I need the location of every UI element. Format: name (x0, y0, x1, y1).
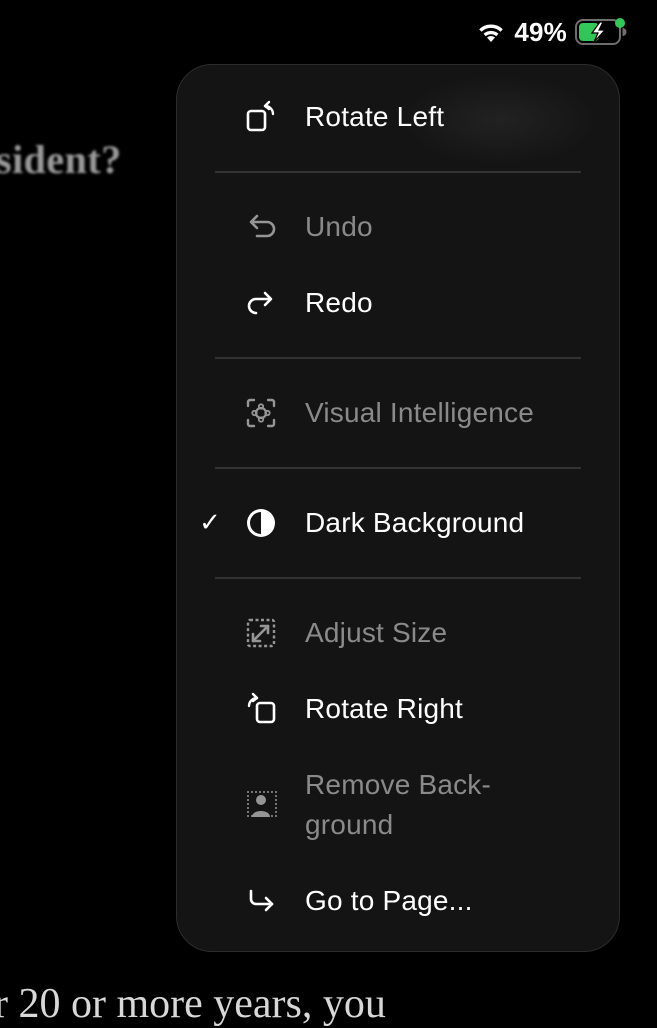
rotate-right-icon (243, 691, 279, 727)
menu-separator (215, 467, 581, 469)
menu-item-adjust-size[interactable]: Adjust Size (177, 613, 619, 653)
dark-background-label: Dark Background (305, 507, 525, 538)
go-to-page-label: Go to Page... (305, 885, 473, 916)
wifi-icon (476, 21, 506, 43)
document-text-bottom: r 20 or more years, you (0, 981, 386, 1027)
context-menu: Rotate Left Undo Redo Visual Intelligenc… (176, 64, 620, 952)
menu-item-redo[interactable]: Redo (177, 283, 619, 323)
menu-separator (215, 357, 581, 359)
redo-icon (243, 285, 279, 321)
privacy-indicator-dot (615, 18, 625, 28)
remove-background-label-line2: ground (305, 809, 394, 840)
remove-background-icon (243, 787, 279, 823)
menu-item-dark-background[interactable]: ✓ Dark Background (177, 503, 619, 543)
undo-icon (243, 209, 279, 245)
adjust-size-icon (243, 615, 279, 651)
rotate-right-label: Rotate Right (305, 693, 464, 724)
rotate-left-icon (243, 99, 279, 135)
menu-item-go-to-page[interactable]: Go to Page... (177, 881, 619, 921)
menu-separator (215, 171, 581, 173)
menu-item-remove-background[interactable]: Remove Back- ground (177, 765, 619, 845)
remove-background-label-line1: Remove Back- (305, 769, 492, 800)
menu-item-undo[interactable]: Undo (177, 207, 619, 247)
document-text-top: sident? (0, 137, 122, 182)
menu-item-rotate-left[interactable]: Rotate Left (177, 97, 619, 137)
visual-intelligence-label: Visual Intelligence (305, 397, 534, 428)
visual-intelligence-icon (243, 395, 279, 431)
checkmark-icon: ✓ (199, 508, 221, 538)
battery-percentage: 49% (514, 16, 567, 47)
rotate-left-label: Rotate Left (305, 101, 445, 132)
go-to-page-icon (243, 883, 279, 919)
menu-item-visual-intelligence[interactable]: Visual Intelligence (177, 393, 619, 433)
menu-separator (215, 577, 581, 579)
undo-label: Undo (305, 211, 373, 242)
menu-item-rotate-right[interactable]: Rotate Right (177, 689, 619, 729)
status-bar: 49% (476, 14, 627, 50)
redo-label: Redo (305, 287, 373, 318)
adjust-size-label: Adjust Size (305, 617, 448, 648)
contrast-icon (243, 505, 279, 541)
